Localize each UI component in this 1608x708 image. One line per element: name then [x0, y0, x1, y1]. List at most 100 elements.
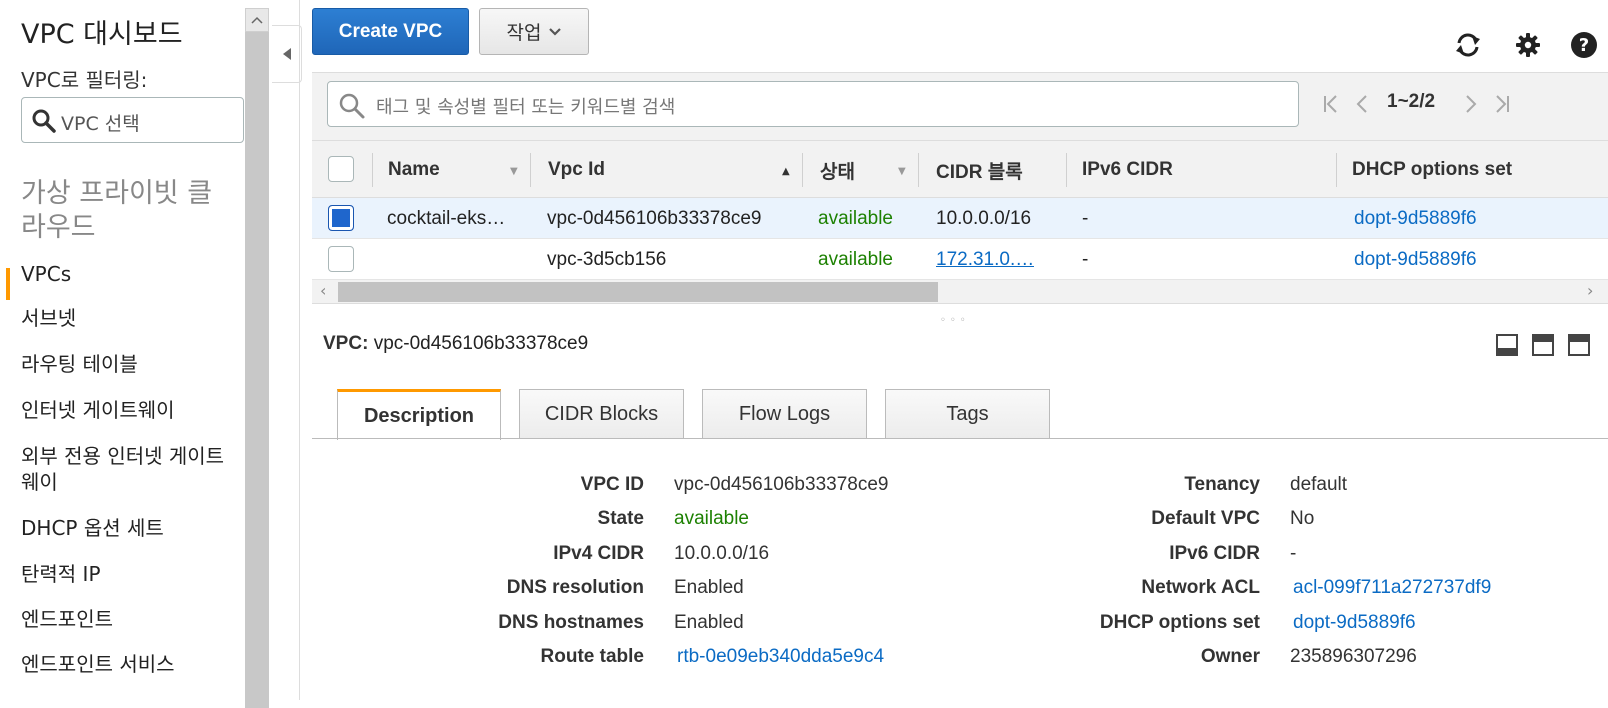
create-vpc-button[interactable]: Create VPC: [312, 8, 469, 55]
next-page-icon[interactable]: [1458, 91, 1484, 117]
column-header-cidr[interactable]: CIDR 블록: [936, 141, 1023, 199]
route-table-link[interactable]: rtb-0e09eb340dda5e9c4: [677, 646, 884, 668]
detail-label: DNS hostnames: [498, 612, 644, 633]
layout-bottom-icon[interactable]: [1496, 334, 1518, 356]
filter-bar: 태그 및 속성별 필터 또는 키워드별 검색 1~2/2: [312, 72, 1608, 140]
chevron-up-icon: [251, 16, 263, 24]
svg-text:?: ?: [1579, 35, 1589, 56]
column-header-name[interactable]: Name: [388, 141, 440, 199]
layout-top-icon[interactable]: [1568, 334, 1590, 356]
sidebar-item-endpoint-services[interactable]: 엔드포인트 서비스: [21, 651, 175, 677]
sidebar-section-title: 가상 프라이빗 클라우드: [21, 178, 213, 243]
cell-state: available: [818, 248, 893, 270]
sidebar-item-dhcp-options[interactable]: DHCP 옵션 세트: [21, 515, 164, 541]
cell-name: [387, 239, 527, 280]
detail-value: 235896307296: [1290, 646, 1417, 667]
detail-value: No: [1290, 508, 1315, 529]
column-header-ipv6-cidr[interactable]: IPv6 CIDR: [1082, 141, 1173, 199]
network-acl-link[interactable]: acl-099f711a272737df9: [1293, 577, 1491, 599]
first-page-icon[interactable]: [1318, 91, 1344, 117]
sidebar-item-route-tables[interactable]: 라우팅 테이블: [21, 351, 138, 377]
detail-value: 10.0.0.0/16: [674, 543, 770, 564]
scroll-up-button[interactable]: [245, 8, 269, 32]
horizontal-scrollbar[interactable]: ‹ ›: [312, 280, 1608, 304]
cell-cidr-link[interactable]: 172.31.0.…: [936, 239, 1034, 280]
cell-dhcp-link[interactable]: dopt-9d5889f6: [1354, 239, 1477, 280]
detail-label: IPv6 CIDR: [1169, 543, 1260, 564]
detail-label: Route table: [540, 646, 644, 667]
sidebar-scrollbar[interactable]: [245, 8, 269, 708]
cell-dhcp-link[interactable]: dopt-9d5889f6: [1354, 198, 1477, 239]
cell-cidr: 10.0.0.0/16: [936, 207, 1032, 229]
sidebar-item-egress-only-gateways[interactable]: 외부 전용 인터넷 게이트웨이: [21, 443, 236, 495]
detail-title-label: VPC:: [323, 333, 369, 354]
layout-split-icon[interactable]: [1532, 334, 1554, 356]
chevron-down-icon: [549, 27, 562, 36]
row-checkbox[interactable]: [328, 246, 354, 272]
help-icon[interactable]: ?: [1567, 28, 1601, 62]
sidebar-item-subnets[interactable]: 서브넷: [21, 305, 76, 331]
column-separator: [918, 153, 919, 187]
scroll-left-icon[interactable]: ‹: [320, 281, 326, 300]
column-separator: [530, 153, 531, 187]
sidebar-title[interactable]: VPC 대시보드: [21, 12, 183, 51]
tab-cidr-blocks[interactable]: CIDR Blocks: [519, 389, 684, 439]
detail-label: State: [597, 508, 644, 529]
detail-value: Enabled: [674, 612, 744, 633]
sort-down-icon[interactable]: ▼: [898, 166, 906, 177]
scroll-right-icon[interactable]: ›: [1587, 281, 1593, 300]
cell-name: cocktail-eks…: [387, 207, 506, 229]
resize-handle[interactable]: ◦◦◦: [940, 315, 970, 326]
previous-page-icon[interactable]: [1349, 91, 1375, 117]
tab-flow-logs[interactable]: Flow Logs: [702, 389, 867, 439]
detail-label: Owner: [1200, 646, 1260, 667]
refresh-icon[interactable]: [1451, 28, 1485, 62]
vpc-select-placeholder: VPC 선택: [61, 113, 140, 135]
detail-title-value: vpc-0d456106b33378ce9: [373, 333, 589, 354]
search-placeholder: 태그 및 속성별 필터 또는 키워드별 검색: [376, 97, 676, 118]
detail-label: Default VPC: [1151, 508, 1260, 529]
table-header: Name ▼ Vpc Id ▲ 상태 ▼ CIDR 블록 IPv6 CIDR D…: [312, 140, 1608, 198]
dhcp-options-link[interactable]: dopt-9d5889f6: [1293, 612, 1416, 634]
column-separator: [802, 153, 803, 187]
column-header-dhcp[interactable]: DHCP options set: [1352, 141, 1512, 199]
table-row[interactable]: cocktail-eks… vpc-0d456106b33378ce9 avai…: [312, 198, 1608, 239]
actions-label: 작업: [506, 22, 542, 44]
active-indicator: [6, 268, 10, 300]
column-header-state[interactable]: 상태: [820, 141, 855, 199]
cell-ipv6: -: [1082, 207, 1089, 229]
tab-tags[interactable]: Tags: [885, 389, 1050, 439]
last-page-icon[interactable]: [1489, 91, 1515, 117]
cell-ipv6: -: [1082, 248, 1089, 270]
gear-icon[interactable]: [1511, 28, 1545, 62]
detail-value: default: [1290, 474, 1348, 495]
detail-value: vpc-0d456106b33378ce9: [674, 474, 889, 495]
scrollbar-thumb[interactable]: [338, 282, 938, 302]
vpc-select[interactable]: VPC 선택: [21, 97, 244, 143]
vpc-filter-label: VPC로 필터링:: [21, 68, 148, 92]
pager-text: 1~2/2: [1387, 91, 1436, 112]
column-header-vpc-id[interactable]: Vpc Id: [548, 141, 605, 199]
detail-label: Tenancy: [1184, 474, 1260, 495]
sort-down-icon[interactable]: ▼: [510, 166, 518, 177]
caret-left-icon: [282, 48, 291, 60]
select-all-checkbox[interactable]: [328, 156, 354, 182]
search-icon: [338, 92, 366, 124]
table-row[interactable]: vpc-3d5cb156 available 172.31.0.… - dopt…: [312, 239, 1608, 280]
sort-up-icon[interactable]: ▲: [782, 166, 790, 177]
tab-description[interactable]: Description: [337, 389, 501, 440]
sidebar-item-endpoints[interactable]: 엔드포인트: [21, 606, 113, 632]
column-separator: [1066, 153, 1067, 187]
actions-dropdown[interactable]: 작업: [479, 8, 589, 55]
detail-value: Enabled: [674, 577, 744, 598]
collapse-sidebar-button[interactable]: [272, 25, 302, 83]
search-input[interactable]: 태그 및 속성별 필터 또는 키워드별 검색: [327, 81, 1299, 127]
row-checkbox[interactable]: [328, 205, 354, 231]
sidebar-item-vpcs[interactable]: VPCs: [21, 261, 71, 287]
detail-label: IPv4 CIDR: [553, 543, 644, 564]
sidebar-item-internet-gateways[interactable]: 인터넷 게이트웨이: [21, 397, 175, 423]
sidebar-item-elastic-ips[interactable]: 탄력적 IP: [21, 561, 101, 587]
sidebar: VPC 대시보드 VPC로 필터링: VPC 선택 가상 프라이빗 클라우드 V…: [0, 0, 245, 700]
search-icon: [31, 108, 57, 138]
cell-vpc-id: vpc-3d5cb156: [547, 248, 667, 270]
